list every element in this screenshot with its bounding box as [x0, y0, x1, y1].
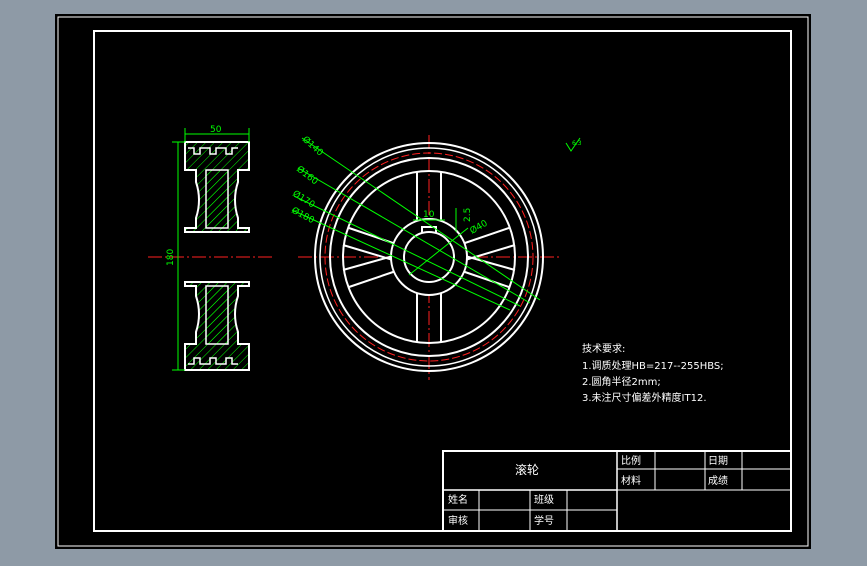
tech-item-2: 2.圆角半径2mm;: [582, 375, 661, 388]
tb-date: 日期: [708, 455, 728, 467]
tb-name: 姓名: [448, 493, 468, 506]
tb-student-id: 学号: [534, 514, 554, 527]
dim-50-label: 50: [210, 125, 222, 135]
tech-item-1: 1.调质处理HB=217--255HBS;: [582, 360, 724, 372]
key-depth-label: 2.5: [463, 208, 473, 222]
dim-180-label: 180: [166, 249, 176, 266]
tb-class: 班级: [534, 494, 554, 506]
cad-drawing: 50 180 Ø140 Ø160 Ø170 Ø180 Ø40 10 2.5 6.…: [55, 14, 811, 549]
tb-review: 审核: [448, 514, 468, 527]
tech-item-3: 3.未注尺寸偏差外精度IT12.: [582, 391, 707, 404]
part-name: 滚轮: [515, 462, 539, 477]
roughness-value: 6.3: [572, 140, 582, 147]
tb-material: 材料: [621, 474, 641, 487]
cad-viewport: 50 180 Ø140 Ø160 Ø170 Ø180 Ø40 10 2.5 6.…: [0, 0, 867, 562]
section-bottom-web: [205, 285, 229, 345]
tb-score: 成绩: [708, 474, 728, 487]
key-width-label: 10: [423, 210, 435, 220]
tech-title: 技术要求:: [582, 342, 625, 355]
section-top-web: [205, 169, 229, 229]
tb-ratio: 比例: [621, 454, 641, 467]
